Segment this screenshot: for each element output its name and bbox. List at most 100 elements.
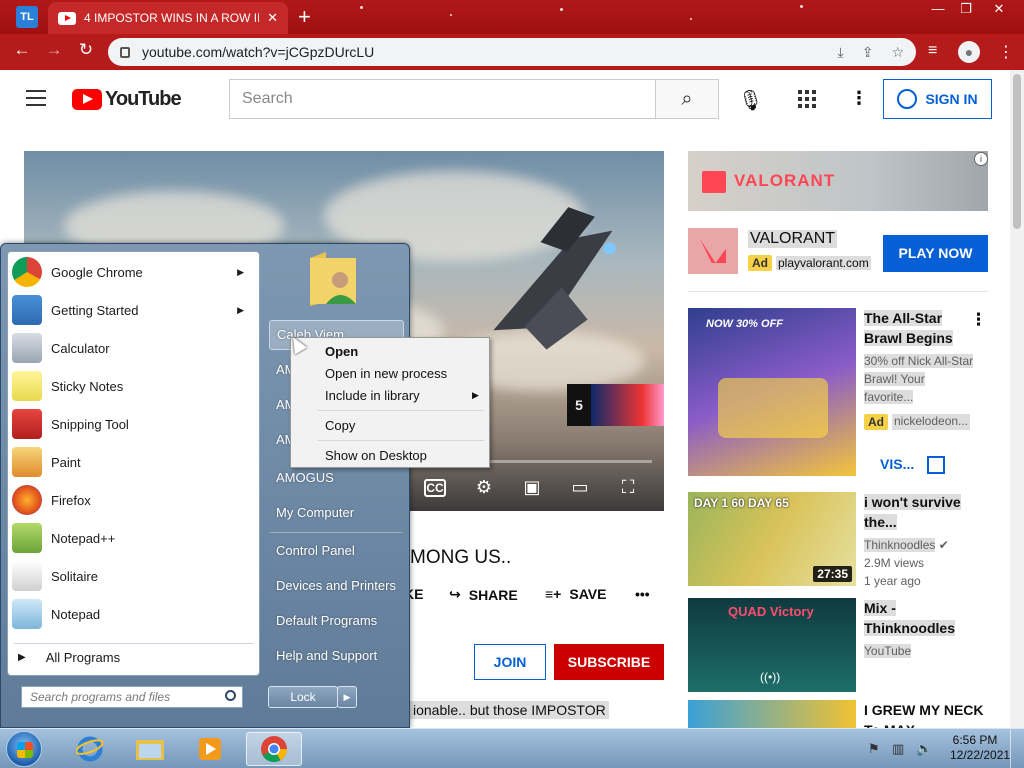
microphone-icon[interactable]: 🎙 xyxy=(738,88,763,113)
start-item-label: Solitaire xyxy=(51,568,98,584)
play-now-button[interactable]: PLAY NOW xyxy=(883,235,988,272)
search-button[interactable]: ⌕ xyxy=(655,79,719,119)
taskbar-internet-explorer[interactable] xyxy=(68,732,112,766)
youtube-logo[interactable]: YouTube xyxy=(72,88,182,111)
start-item-firefox[interactable]: Firefox xyxy=(12,482,256,518)
submenu-arrow-icon: ▶ xyxy=(472,390,479,400)
settings-kebab-icon[interactable]: ⋮ xyxy=(850,88,868,109)
start-item-getting-started[interactable]: Getting Started ▶ xyxy=(12,292,256,328)
start-button[interactable] xyxy=(6,731,42,767)
visit-site-button[interactable]: VIS... xyxy=(880,456,914,472)
rec-thumbnail[interactable]: DAY 1 60 DAY 65 27:35 xyxy=(688,492,856,586)
start-right-default-programs[interactable]: Default Programs xyxy=(276,613,377,628)
playlist-add-icon: ≡+ xyxy=(545,586,562,602)
browser-menu-icon[interactable]: ⋮ xyxy=(998,42,1014,62)
profile-avatar-icon[interactable]: ● xyxy=(958,41,980,63)
show-desktop-button[interactable] xyxy=(1010,730,1024,768)
start-item-google-chrome[interactable]: Google Chrome ▶ xyxy=(12,254,256,290)
taskbar-chrome[interactable] xyxy=(246,732,302,766)
rec-thumbnail[interactable]: QUAD Victory ((•)) xyxy=(688,598,856,692)
minimize-icon[interactable]: — xyxy=(926,0,950,20)
ctx-include-in-library[interactable]: Include in library xyxy=(325,388,420,403)
bookmark-star-icon[interactable]: ☆ xyxy=(891,44,904,61)
taskbar-media-player[interactable] xyxy=(188,732,232,766)
ctx-show-on-desktop[interactable]: Show on Desktop xyxy=(325,448,427,463)
ad-info-icon[interactable]: i xyxy=(974,152,988,166)
save-button[interactable]: ≡+ SAVE xyxy=(545,586,606,602)
install-icon[interactable]: ⤓ xyxy=(838,44,844,61)
forward-icon[interactable]: → xyxy=(42,40,66,60)
media-control-icon[interactable]: ≡ xyxy=(928,42,937,60)
subscribe-button[interactable]: SUBSCRIBE xyxy=(554,644,664,680)
apps-grid-icon[interactable] xyxy=(798,90,816,108)
start-item-calculator[interactable]: Calculator xyxy=(12,330,256,366)
start-item-label: Paint xyxy=(51,454,81,470)
start-item-paint[interactable]: Paint xyxy=(12,444,256,480)
close-window-icon[interactable]: ✕ xyxy=(984,0,1014,20)
profile-badge[interactable]: TL xyxy=(16,6,38,28)
rec-description-text: 30% off Nick All-Star Brawl! Your favori… xyxy=(864,354,974,404)
start-item-label: Google Chrome xyxy=(51,264,143,280)
start-menu-separator xyxy=(14,643,254,644)
settings-gear-icon[interactable]: ⚙ xyxy=(472,477,496,498)
taskbar-explorer[interactable] xyxy=(128,732,172,766)
new-tab-icon[interactable]: + xyxy=(298,4,311,30)
action-center-icon[interactable]: ⚑ xyxy=(868,741,880,757)
start-item-sticky-notes[interactable]: Sticky Notes xyxy=(12,368,256,404)
rec-title[interactable]: Mix - Thinknoodles xyxy=(864,598,984,638)
start-item-label: Firefox xyxy=(51,492,91,508)
valorant-mark-icon xyxy=(700,239,726,263)
fullscreen-icon[interactable]: ⛶ xyxy=(616,477,640,498)
share-button[interactable]: ↪ SHARE xyxy=(449,586,518,603)
more-actions-icon[interactable]: ••• xyxy=(635,586,650,602)
maximize-icon[interactable]: ❐ xyxy=(954,0,978,20)
start-item-snipping-tool[interactable]: Snipping Tool xyxy=(12,406,256,442)
rec-ad-badge: Ad xyxy=(864,414,888,430)
all-programs-button[interactable]: ▶ All Programs xyxy=(18,650,120,665)
rec-title[interactable]: I GREW MY NECK To MAX xyxy=(864,700,984,728)
miniplayer-icon[interactable]: ▣ xyxy=(520,477,544,498)
start-item-notepad[interactable]: Notepad xyxy=(12,596,256,632)
rec-thumbnail[interactable] xyxy=(688,700,856,728)
rec-title[interactable]: The All-Star Brawl Begins xyxy=(864,308,984,348)
hamburger-menu-icon[interactable] xyxy=(26,90,46,106)
user-folder-icon[interactable] xyxy=(306,246,362,306)
ad-banner[interactable]: VALORANT xyxy=(688,151,988,211)
rec-thumbnail[interactable]: NOW 30% OFF xyxy=(688,308,856,476)
start-item-solitaire[interactable]: Solitaire xyxy=(12,558,256,594)
rec-more-icon[interactable]: ⋮ xyxy=(970,310,987,330)
ctx-open[interactable]: Open xyxy=(325,344,358,359)
sign-in-button[interactable]: SIGN IN xyxy=(883,79,992,119)
start-right-control-panel[interactable]: Control Panel xyxy=(276,543,355,558)
start-right-help-and-support[interactable]: Help and Support xyxy=(276,648,377,663)
address-bar[interactable]: youtube.com/watch?v=jCGpzDUrcLU ⤓ ⇪ ☆ xyxy=(108,38,916,66)
start-right-my-computer[interactable]: My Computer xyxy=(276,505,354,520)
shutdown-options-arrow-icon[interactable]: ▶ xyxy=(337,686,357,708)
share-icon[interactable]: ⇪ xyxy=(862,44,874,61)
network-icon[interactable]: ▥ xyxy=(892,741,904,757)
start-search-input[interactable]: Search programs and files xyxy=(21,686,243,708)
reload-icon[interactable]: ↻ xyxy=(74,40,98,60)
start-right-amogus[interactable]: AMOGUS xyxy=(276,470,334,485)
taskbar-clock[interactable]: 6:56 PM 12/22/2021 xyxy=(950,733,1010,763)
rec-channel[interactable]: Thinknoodles ✔ xyxy=(864,536,974,554)
theater-mode-icon[interactable]: ▭ xyxy=(568,477,592,498)
search-input[interactable]: Search xyxy=(229,79,656,119)
volume-icon[interactable]: 🔈 xyxy=(916,741,932,757)
endscreen-card[interactable]: 5 xyxy=(567,384,664,426)
ctx-open-new-process[interactable]: Open in new process xyxy=(325,366,447,381)
external-link-icon[interactable] xyxy=(927,456,945,474)
ctx-copy[interactable]: Copy xyxy=(325,418,355,433)
page-scrollbar[interactable] xyxy=(1010,70,1024,728)
rec-title[interactable]: i won't survive the... xyxy=(864,492,984,532)
captions-icon[interactable]: CC xyxy=(424,479,446,497)
start-item-notepad-[interactable]: Notepad++ xyxy=(12,520,256,556)
start-right-devices-and-printers[interactable]: Devices and Printers xyxy=(276,578,396,593)
browser-tab-youtube[interactable]: 4 IMPOSTOR WINS IN A ROW IN ✕ xyxy=(48,2,288,34)
close-tab-icon[interactable]: ✕ xyxy=(267,10,278,26)
join-button[interactable]: JOIN xyxy=(474,644,546,680)
advertiser-name[interactable]: VALORANT xyxy=(748,230,838,248)
account-icon xyxy=(897,89,918,109)
lock-button[interactable]: Lock xyxy=(268,686,338,708)
back-icon[interactable]: ← xyxy=(10,40,34,60)
